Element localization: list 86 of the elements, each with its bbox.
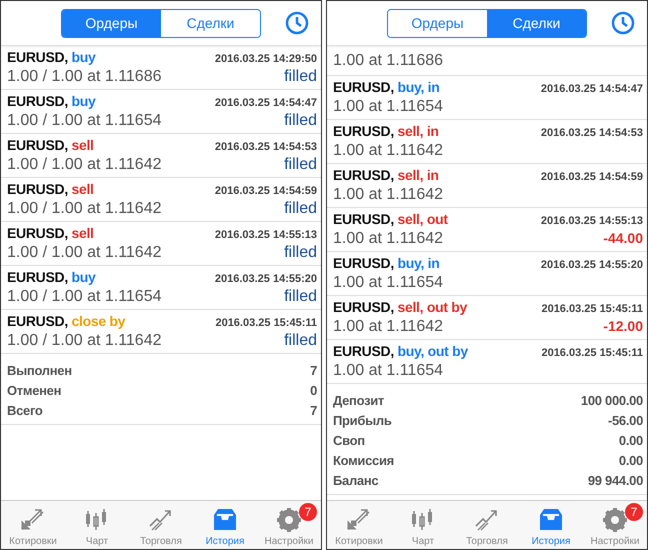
clock-icon[interactable] bbox=[285, 11, 309, 35]
order-status: filled bbox=[284, 288, 317, 306]
deal-title: EURUSD, buy, out by bbox=[333, 343, 468, 359]
summary-value: 0 bbox=[310, 382, 317, 398]
summary-label: Комиссия bbox=[333, 452, 394, 468]
timestamp: 2016.03.25 15:45:11 bbox=[215, 317, 317, 329]
summary-value: -56.00 bbox=[608, 412, 643, 428]
summary-value: 7 bbox=[310, 362, 317, 378]
timestamp: 2016.03.25 14:55:20 bbox=[540, 259, 643, 271]
summary-label: Отменен bbox=[7, 382, 62, 398]
settings-icon bbox=[275, 506, 303, 534]
volume-price: 1.00 at 1.11654 bbox=[333, 362, 444, 380]
volume-price: 1.00 / 1.00 at 1.11642 bbox=[7, 200, 162, 218]
deal-title: EURUSD, sell bbox=[7, 225, 94, 241]
summary-value: 100 000.00 bbox=[580, 392, 643, 408]
profit-value: -12.00 bbox=[603, 318, 643, 334]
timestamp: 2016.03.25 15:45:11 bbox=[541, 303, 643, 315]
tab-bar-item[interactable]: Торговля bbox=[129, 501, 193, 549]
timestamp: 2016.03.25 14:29:50 bbox=[214, 53, 317, 65]
timestamp: 2016.03.25 14:54:53 bbox=[214, 141, 317, 153]
timestamp: 2016.03.25 14:54:47 bbox=[214, 97, 317, 109]
summary-value: 0.00 bbox=[618, 432, 643, 448]
segment-tab[interactable]: Ордеры bbox=[62, 10, 161, 36]
order-status: filled bbox=[284, 244, 317, 262]
volume-price: 1.00 at 1.11642 bbox=[333, 230, 444, 248]
order-status: filled bbox=[284, 200, 317, 218]
timestamp: 2016.03.25 15:45:11 bbox=[541, 347, 643, 359]
order-status: filled bbox=[284, 68, 317, 86]
deal-title: EURUSD, buy bbox=[7, 93, 96, 109]
volume-price: 1.00 at 1.11642 bbox=[333, 186, 444, 204]
summary-label: Баланс bbox=[333, 472, 378, 488]
volume-price: 1.00 at 1.11654 bbox=[333, 274, 444, 292]
deal-title: EURUSD, sell, in bbox=[333, 167, 439, 183]
volume-price: 1.00 at 1.11654 bbox=[333, 98, 444, 116]
summary-value: 0.00 bbox=[618, 452, 643, 468]
timestamp: 2016.03.25 14:55:13 bbox=[214, 229, 317, 241]
summary-label: Всего bbox=[7, 402, 43, 418]
volume-price: 1.00 / 1.00 at 1.11654 bbox=[7, 112, 162, 130]
clock-icon[interactable] bbox=[611, 11, 635, 35]
timestamp: 2016.03.25 14:55:13 bbox=[540, 215, 643, 227]
deal-title: EURUSD, sell, out by bbox=[333, 299, 468, 315]
notification-badge: 7 bbox=[625, 503, 643, 521]
timestamp: 2016.03.25 14:54:53 bbox=[540, 127, 643, 139]
summary-value: 99 944.00 bbox=[588, 472, 643, 488]
deal-title: EURUSD, buy bbox=[7, 49, 96, 65]
tab-bar-item[interactable]: История bbox=[519, 501, 583, 549]
tab-bar-item[interactable]: Чарт bbox=[65, 501, 129, 549]
volume-price: 1.00 / 1.00 at 1.11642 bbox=[7, 332, 162, 350]
deal-title: EURUSD, sell bbox=[7, 137, 94, 153]
summary-label: Своп bbox=[333, 432, 365, 448]
order-status: filled bbox=[284, 112, 317, 130]
tab-bar-item[interactable]: 7 Настройки bbox=[257, 501, 321, 549]
volume-price: 1.00 / 1.00 at 1.11642 bbox=[7, 244, 162, 262]
tab-bar-item[interactable]: 7 Настройки bbox=[583, 501, 647, 549]
tab-bar-item[interactable]: История bbox=[193, 501, 257, 549]
volume-price: 1.00 / 1.00 at 1.11686 bbox=[7, 68, 162, 86]
timestamp: 2016.03.25 14:54:59 bbox=[214, 185, 317, 197]
tab-bar-item[interactable]: Котировки bbox=[327, 501, 391, 549]
settings-icon bbox=[601, 506, 629, 534]
profit-value: -44.00 bbox=[603, 230, 643, 246]
order-status: filled bbox=[284, 156, 317, 174]
deal-title: EURUSD, sell, in bbox=[333, 123, 439, 139]
timestamp: 2016.03.25 14:55:20 bbox=[214, 273, 317, 285]
volume-price: 1.00 at 1.11686 bbox=[333, 52, 444, 70]
tab-bar-item[interactable]: Чарт bbox=[391, 501, 455, 549]
deal-title: EURUSD, buy, in bbox=[333, 255, 440, 271]
summary-value: 7 bbox=[310, 402, 317, 418]
deal-title: EURUSD, buy, in bbox=[333, 79, 440, 95]
volume-price: 1.00 / 1.00 at 1.11654 bbox=[7, 288, 162, 306]
summary-label: Прибыль bbox=[333, 412, 392, 428]
volume-price: 1.00 at 1.11642 bbox=[333, 318, 444, 336]
notification-badge: 7 bbox=[299, 503, 317, 521]
volume-price: 1.00 at 1.11642 bbox=[333, 142, 444, 160]
timestamp: 2016.03.25 14:54:47 bbox=[540, 83, 643, 95]
deal-title: EURUSD, close by bbox=[7, 313, 126, 329]
timestamp: 2016.03.25 14:54:59 bbox=[540, 171, 643, 183]
summary-label: Выполнен bbox=[7, 362, 72, 378]
order-status: filled bbox=[284, 332, 317, 350]
volume-price: 1.00 / 1.00 at 1.11642 bbox=[7, 156, 162, 174]
summary-label: Депозит bbox=[333, 392, 384, 408]
tab-bar-item[interactable]: Торговля bbox=[455, 501, 519, 549]
segment-tab[interactable]: Сделки bbox=[487, 10, 586, 36]
deal-title: EURUSD, sell, out bbox=[333, 211, 448, 227]
deal-title: EURUSD, sell bbox=[7, 181, 94, 197]
deal-title: EURUSD, buy bbox=[7, 269, 96, 285]
tab-bar-item[interactable]: Котировки bbox=[1, 501, 65, 549]
